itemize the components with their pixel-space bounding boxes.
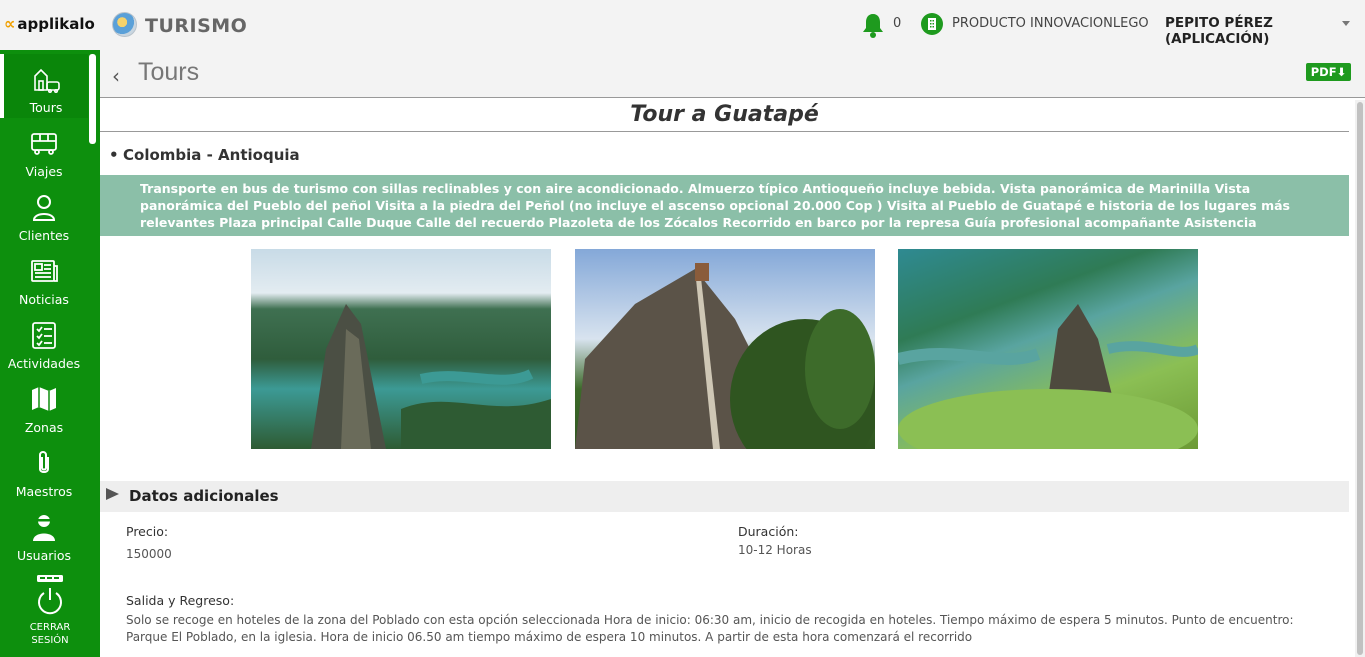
tour-photo-2[interactable] [575,249,875,449]
sidebar-item-maestros[interactable]: Maestros [0,438,88,502]
rock-image [898,304,1198,449]
checklist-icon [32,322,56,349]
power-icon [38,588,62,615]
sidebar-item-label: Noticias [19,292,69,307]
duracion-label: Duración: [738,524,799,539]
logout-label-line2: SESIÓN [31,635,69,646]
tour-title: Tour a Guatapé [100,100,1349,132]
sidebar-item-actividades[interactable]: Actividades [0,310,88,374]
newspaper-icon [31,260,58,282]
sidebar-item-noticias[interactable]: Noticias [0,246,88,310]
sidebar-item-label: Tours [29,100,63,115]
user-icon [32,195,56,221]
sidebar: Tours Viajes Clientes Noticias Actividad… [0,50,100,657]
sidebar-item-label: Clientes [18,228,70,243]
scrollbar-thumb[interactable] [1357,102,1363,655]
main-scrollbar[interactable] [1355,100,1365,657]
duracion-value: 10-12 Horas [738,543,812,557]
chevron-down-icon[interactable] [1342,21,1350,26]
chevron-left-icon[interactable]: ‹ [112,64,120,88]
sidebar-item-label: Usuarios [16,548,72,563]
rock-image [311,304,551,449]
sidebar-item-label: Maestros [15,484,73,499]
logout-button[interactable]: CERRAR SESIÓN [0,575,100,647]
sidebar-item-viajes[interactable]: Viajes [0,118,88,182]
company-selector[interactable]: PRODUCTO INNOVACIONLEGO [952,16,1149,31]
app-title: TURISMO [145,15,248,37]
section-title: Datos adicionales [129,487,279,505]
sidebar-item-tours[interactable]: Tours [0,54,88,118]
map-icon [32,387,56,411]
page-header: ‹ Tours PDF⬇ [100,50,1365,98]
rock-image [575,263,875,449]
logo-text: applikalo [17,14,95,33]
tour-photo-1[interactable] [251,249,551,449]
notification-count: 0 [893,16,902,31]
bell-icon[interactable] [862,12,884,38]
app-globe-icon [112,12,137,37]
pdf-button-label: PDF [1310,65,1337,79]
sidebar-item-label: Zonas [24,420,64,435]
user-menu[interactable]: PEPITO PÉREZ (APLICACIÓN) [1165,15,1365,47]
tours-icon [34,68,60,93]
top-bar: ∝ applikalo TURISMO 0 PRODUCTO INNOVACIO… [0,0,1365,50]
salida-value: Solo se recoge en hoteles de la zona del… [126,613,1294,644]
users-icon [33,515,55,541]
sidebar-item-usuarios[interactable]: Usuarios [0,502,88,566]
pdf-download-button[interactable]: PDF⬇ [1306,63,1351,81]
applikalo-logo-icon: ∝ [4,14,16,33]
salida-label: Salida y Regreso: [126,593,235,608]
logout-label-line1: CERRAR [29,622,71,633]
precio-value: 150000 [126,547,172,561]
tour-photo-3[interactable] [898,249,1198,449]
download-arrow-icon: ⬇ [1336,65,1347,79]
applikalo-logo[interactable]: ∝ applikalo [4,14,95,33]
sidebar-scrollbar[interactable] [89,54,96,144]
sidebar-item-label: Actividades [7,356,81,371]
tour-description: Transporte en bus de turismo con sillas … [100,175,1349,236]
precio-label: Precio: [126,524,169,539]
bus-strip-icon [37,575,63,582]
tour-location: Colombia - Antioquia [109,146,300,164]
paperclip-icon [39,451,49,473]
datos-adicionales-header[interactable]: Datos adicionales [100,481,1349,512]
sidebar-item-clientes[interactable]: Clientes [0,182,88,246]
building-icon [921,13,943,35]
bus-icon [31,133,57,155]
send-arrow-icon [106,488,119,500]
sidebar-item-label: Viajes [25,164,63,179]
sidebar-item-zonas[interactable]: Zonas [0,374,88,438]
page-title: Tours [138,58,200,86]
